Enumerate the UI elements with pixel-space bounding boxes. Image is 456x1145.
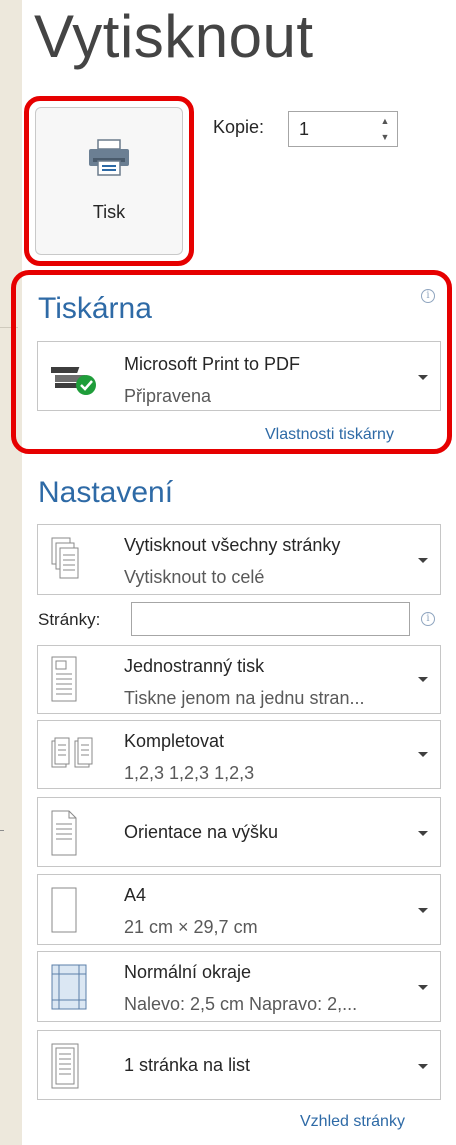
- orientation-value: Orientace na výšku: [124, 822, 279, 842]
- paper-size-value: A4: [124, 885, 147, 905]
- paper-size-icon: [51, 887, 77, 933]
- settings-heading: Nastavení: [38, 476, 174, 509]
- pages-per-sheet-select[interactable]: 1 stránka na list: [37, 1030, 441, 1100]
- chevron-down-icon: [418, 375, 428, 380]
- nav-tick: [0, 830, 4, 831]
- chevron-down-icon: [418, 752, 428, 757]
- chevron-down-icon: [418, 831, 428, 836]
- copies-input[interactable]: [299, 117, 369, 141]
- page-per-sheet-icon: [51, 1043, 79, 1089]
- printer-select[interactable]: Microsoft Print to PDF Připravena: [37, 341, 441, 411]
- chevron-down-icon: [418, 677, 428, 682]
- portrait-page-icon: [51, 810, 77, 856]
- chevron-down-icon: [418, 985, 428, 990]
- printer-name: Microsoft Print to PDF: [124, 354, 301, 374]
- copies-spinner[interactable]: ▲ ▼: [377, 115, 393, 143]
- print-range-desc: Vytisknout to celé: [124, 567, 265, 587]
- one-sided-page-icon: [51, 656, 77, 702]
- margins-select[interactable]: Normální okraje Nalevo: 2,5 cm Napravo: …: [37, 951, 441, 1022]
- print-button-label: Tisk: [92, 202, 126, 222]
- paper-size-select[interactable]: A4 21 cm × 29,7 cm: [37, 874, 441, 945]
- pages-label: Stránky:: [38, 610, 101, 629]
- copies-stepper[interactable]: ▲ ▼: [288, 111, 398, 147]
- pages-per-sheet-value: 1 stránka na list: [124, 1055, 251, 1075]
- spin-up-icon[interactable]: ▲: [381, 115, 390, 127]
- print-range-value: Vytisknout všechny stránky: [124, 535, 341, 555]
- sides-select[interactable]: Jednostranný tisk Tiskne jenom na jednu …: [37, 645, 441, 714]
- margins-desc: Nalevo: 2,5 cm Napravo: 2,...: [124, 994, 358, 1014]
- margins-value: Normální okraje: [124, 962, 252, 982]
- collate-value: Kompletovat: [124, 731, 225, 751]
- collate-select[interactable]: Kompletovat 1,2,3 1,2,3 1,2,3: [37, 720, 441, 789]
- printer-heading: Tiskárna: [38, 292, 152, 325]
- info-icon[interactable]: i: [421, 289, 435, 303]
- margins-icon: [51, 964, 87, 1010]
- backstage-nav-edge: [0, 0, 22, 1145]
- printer-properties-link[interactable]: Vlastnosti tiskárny: [265, 426, 394, 444]
- printer-status: Připravena: [124, 386, 212, 406]
- nav-divider: [0, 327, 18, 328]
- printer-icon: [89, 139, 129, 176]
- printer-ready-icon: [51, 367, 96, 395]
- spin-down-icon[interactable]: ▼: [381, 131, 390, 143]
- chevron-down-icon: [418, 558, 428, 563]
- collate-icon: [51, 737, 93, 768]
- chevron-down-icon: [418, 908, 428, 913]
- page-title: Vytisknout: [34, 3, 314, 70]
- sides-desc: Tiskne jenom na jednu stran...: [124, 688, 365, 708]
- paper-size-desc: 21 cm × 29,7 cm: [124, 917, 258, 937]
- orientation-select[interactable]: Orientace na výšku: [37, 797, 441, 867]
- print-range-select[interactable]: Vytisknout všechny stránky Vytisknout to…: [37, 524, 441, 595]
- page-setup-link[interactable]: Vzhled stránky: [300, 1113, 405, 1131]
- collate-desc: 1,2,3 1,2,3 1,2,3: [124, 763, 255, 783]
- copies-label: Kopie:: [213, 117, 265, 137]
- pages-stack-icon: [51, 537, 79, 579]
- sides-value: Jednostranný tisk: [124, 656, 265, 676]
- print-button[interactable]: Tisk: [35, 107, 183, 255]
- info-icon[interactable]: i: [421, 612, 435, 626]
- pages-input[interactable]: [131, 602, 410, 636]
- chevron-down-icon: [418, 1064, 428, 1069]
